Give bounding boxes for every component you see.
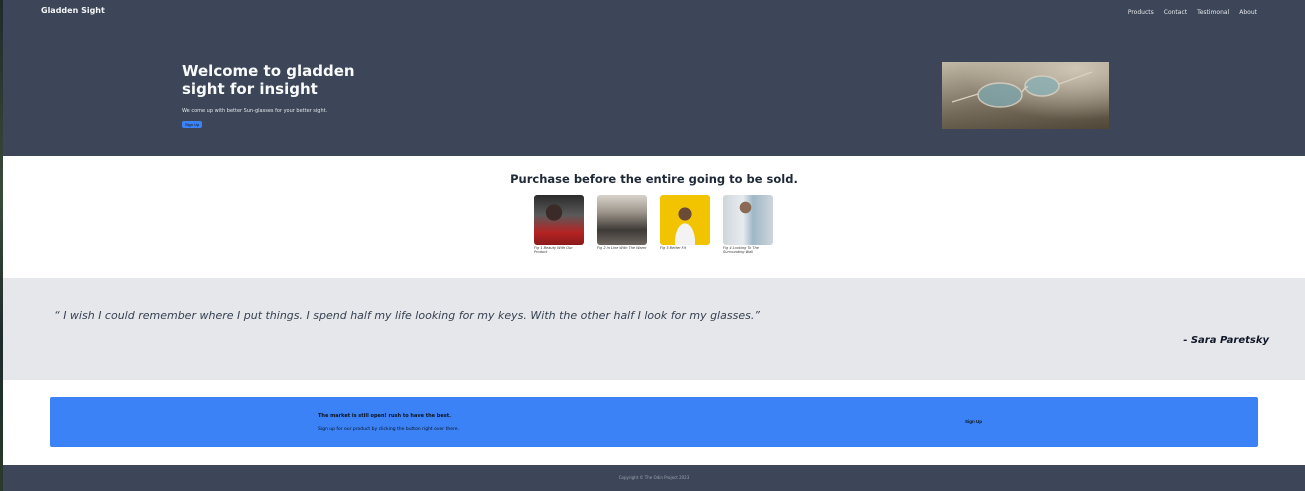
nav-link-about[interactable]: About bbox=[1239, 9, 1257, 16]
product-image-3 bbox=[660, 195, 710, 245]
products-section: Purchase before the entire going to be s… bbox=[3, 156, 1305, 278]
cta-subtitle: Sign up for our product by clicking the … bbox=[318, 427, 459, 432]
products-title: Purchase before the entire going to be s… bbox=[510, 172, 798, 186]
cta-section: The market is still open! rush to have t… bbox=[3, 380, 1305, 465]
nav-link-products[interactable]: Products bbox=[1128, 9, 1154, 16]
product-card[interactable]: Fig 2 In Line With The Warm bbox=[597, 195, 647, 254]
product-gallery: Fig 1 Beauty With Our Product Fig 2 In L… bbox=[534, 195, 773, 254]
hero-sign-up-button[interactable]: Sign Up bbox=[182, 121, 203, 128]
nav-link-contact[interactable]: Contact bbox=[1164, 9, 1187, 16]
testimonial-quote: “ I wish I could remember where I put th… bbox=[54, 309, 761, 322]
product-card[interactable]: Fig 4 Looking To The Surrounding Wall bbox=[723, 195, 773, 254]
product-caption: Fig 2 In Line With The Warm bbox=[597, 246, 647, 250]
hero-title: Welcome to gladden sight for insight bbox=[182, 62, 355, 98]
cta-sign-up-button[interactable]: Sign Up bbox=[965, 419, 982, 424]
product-image-2 bbox=[597, 195, 647, 245]
footer: Copyright © The Odin Project 2023 bbox=[3, 465, 1305, 491]
product-image-1 bbox=[534, 195, 584, 245]
top-nav: Products Contact Testimonal About bbox=[1128, 9, 1257, 16]
product-card[interactable]: Fig 1 Beauty With Our Product bbox=[534, 195, 584, 254]
product-caption: Fig 3 Better Fit bbox=[660, 246, 687, 250]
cta-banner: The market is still open! rush to have t… bbox=[50, 397, 1258, 447]
copyright-text: Copyright © The Odin Project 2023 bbox=[618, 475, 690, 480]
hero-section: Gladden Sight Products Contact Testimona… bbox=[3, 0, 1305, 156]
testimonial-author: - Sara Paretsky bbox=[1183, 335, 1269, 346]
hero-subtitle: We come up with better Sun-glasses for y… bbox=[182, 108, 328, 114]
testimonial-section: “ I wish I could remember where I put th… bbox=[3, 278, 1305, 380]
product-card[interactable]: Fig 3 Better Fit bbox=[660, 195, 710, 254]
nav-link-testimonial[interactable]: Testimonal bbox=[1197, 9, 1229, 16]
product-caption: Fig 4 Looking To The Surrounding Wall bbox=[723, 246, 759, 254]
product-caption: Fig 1 Beauty With Our Product bbox=[534, 246, 573, 254]
cta-title: The market is still open! rush to have t… bbox=[318, 413, 452, 419]
brand-logo[interactable]: Gladden Sight bbox=[41, 6, 105, 15]
product-image-4 bbox=[723, 195, 773, 245]
page: Gladden Sight Products Contact Testimona… bbox=[0, 0, 1305, 491]
sunglasses-image bbox=[942, 62, 1109, 129]
